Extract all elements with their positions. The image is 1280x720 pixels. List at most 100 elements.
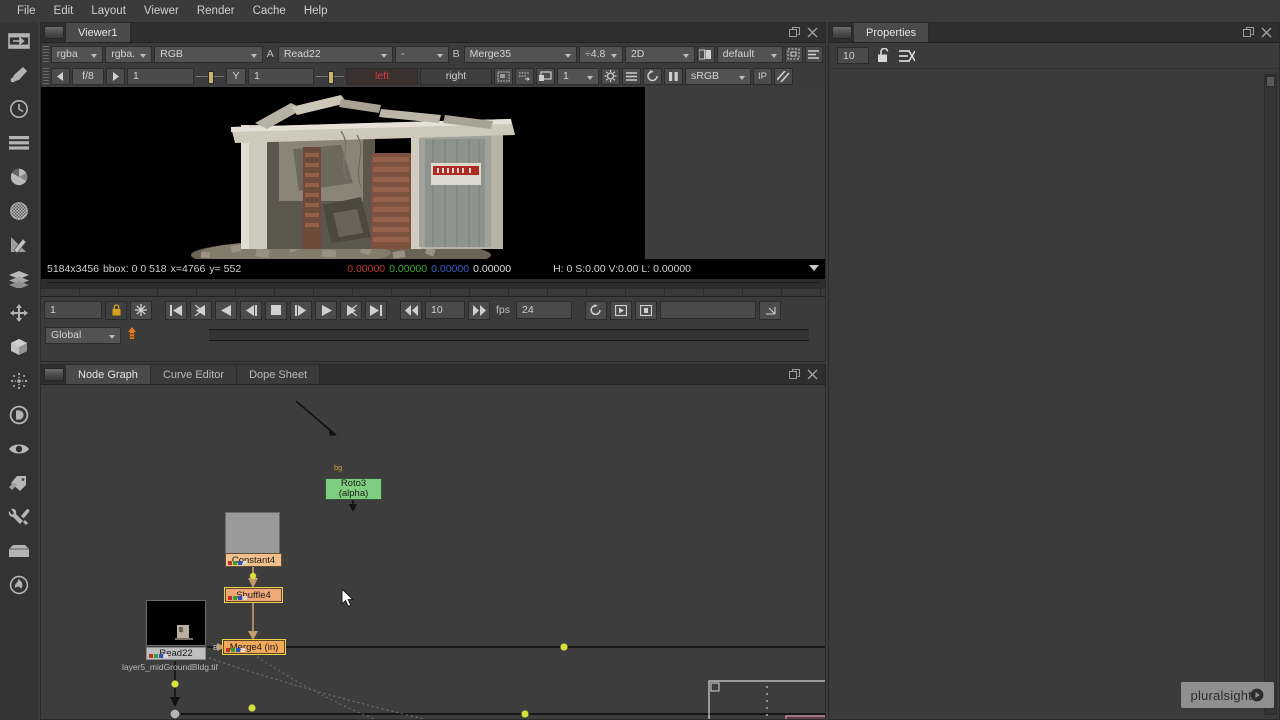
- node-graph-panel-grip[interactable]: [44, 368, 64, 381]
- refresh-icon[interactable]: [643, 67, 662, 85]
- skip-back-button[interactable]: [400, 300, 422, 320]
- view-left-button[interactable]: left: [346, 67, 418, 85]
- menu-item-edit[interactable]: Edit: [45, 3, 83, 19]
- frame-range-display[interactable]: [660, 301, 757, 319]
- proxy-toggle-icon[interactable]: [601, 67, 620, 85]
- draw-icon[interactable]: [6, 64, 32, 86]
- lut-presets-icon[interactable]: [696, 45, 715, 63]
- monitor-out-icon[interactable]: [536, 67, 555, 85]
- stop-button[interactable]: [265, 300, 287, 320]
- input-b-dropdown[interactable]: Merge35: [463, 45, 578, 63]
- menu-item-viewer[interactable]: Viewer: [135, 3, 188, 19]
- lock-panels-icon[interactable]: [877, 48, 891, 63]
- node-shuffle4[interactable]: Shuffle4: [224, 587, 283, 603]
- menu-item-cache[interactable]: Cache: [244, 3, 295, 19]
- viewer-process-dropdown[interactable]: default: [716, 45, 783, 63]
- viewer-panel-grip[interactable]: [44, 26, 64, 39]
- ip-button[interactable]: IP: [753, 67, 772, 85]
- color-icon[interactable]: [6, 166, 32, 188]
- tab-curve-editor[interactable]: Curve Editor: [150, 365, 238, 384]
- menu-item-layout[interactable]: Layout: [82, 3, 135, 19]
- close-panel-icon-2[interactable]: [807, 369, 818, 380]
- gain-increase-button[interactable]: [106, 67, 125, 85]
- fps-input[interactable]: 24: [516, 301, 573, 319]
- freeze-button[interactable]: [130, 300, 152, 320]
- key-button[interactable]: [635, 300, 658, 320]
- menu-item-help[interactable]: Help: [295, 3, 337, 19]
- gamma-slider[interactable]: [316, 69, 344, 84]
- keyer-icon[interactable]: [6, 234, 32, 256]
- region-icon[interactable]: [515, 67, 534, 85]
- views-icon[interactable]: [6, 438, 32, 460]
- image-icon[interactable]: [6, 30, 32, 52]
- pause-icon[interactable]: [664, 67, 683, 85]
- timeline-expand-button[interactable]: [759, 300, 782, 320]
- step-back-button[interactable]: [240, 300, 262, 320]
- display-channels-dropdown[interactable]: RGB: [154, 45, 263, 63]
- toolsets-icon[interactable]: [6, 506, 32, 528]
- particles-icon[interactable]: [6, 370, 32, 392]
- gain-stop-display[interactable]: f/8: [72, 67, 104, 85]
- play-forward-button[interactable]: [315, 300, 337, 320]
- lock-range-button[interactable]: [105, 300, 127, 320]
- step-forward-button[interactable]: [290, 300, 312, 320]
- current-frame-input[interactable]: 1: [44, 301, 102, 319]
- node-graph-canvas[interactable]: Roto3 (alpha) bg Constant4 Shuffle4 Read…: [41, 386, 825, 719]
- row-grip-2[interactable]: [43, 68, 49, 84]
- tab-viewer1[interactable]: Viewer1: [66, 23, 131, 42]
- gamma-input[interactable]: 1: [248, 67, 314, 85]
- layer-dropdown[interactable]: rgba.: [105, 45, 153, 63]
- timeline-ruler[interactable]: [41, 279, 825, 297]
- stripes-icon[interactable]: [774, 67, 793, 85]
- play-backward-button[interactable]: [215, 300, 237, 320]
- filter-icon[interactable]: [6, 200, 32, 222]
- close-panel-icon-3[interactable]: [1261, 27, 1272, 38]
- timeline-track[interactable]: [209, 329, 809, 341]
- view-right-button[interactable]: right: [420, 67, 492, 85]
- properties-scrollbar[interactable]: [1264, 74, 1277, 715]
- furnace-icon[interactable]: [6, 574, 32, 596]
- play-range-button[interactable]: [610, 300, 633, 320]
- viewer-image-area[interactable]: [41, 87, 645, 259]
- node-merge4[interactable]: Merge4 (in): [222, 639, 286, 655]
- menu-item-file[interactable]: File: [8, 3, 45, 19]
- other-icon[interactable]: [6, 540, 32, 562]
- time-icon[interactable]: [6, 98, 32, 120]
- wipe-icon[interactable]: [494, 67, 513, 85]
- channel-set-dropdown[interactable]: rgba: [50, 45, 104, 63]
- viewer-settings-icon[interactable]: [804, 45, 823, 63]
- node-roto3[interactable]: Roto3 (alpha): [325, 478, 382, 500]
- tab-dope-sheet[interactable]: Dope Sheet: [237, 365, 321, 384]
- frame-increment-input[interactable]: 10: [425, 301, 465, 319]
- status-expand-icon[interactable]: [809, 265, 819, 271]
- transform-icon[interactable]: [6, 302, 32, 324]
- node-constant4[interactable]: Constant4: [225, 553, 282, 567]
- scroll-up-button[interactable]: [1266, 76, 1275, 87]
- float-panel-icon-2[interactable]: [789, 369, 800, 380]
- playhead-marker-icon[interactable]: [125, 326, 139, 344]
- max-panels-input[interactable]: 10: [837, 47, 869, 64]
- row-grip[interactable]: [43, 46, 49, 62]
- menu-item-render[interactable]: Render: [188, 3, 244, 19]
- clear-all-panels-icon[interactable]: [899, 49, 915, 63]
- proxy-level-dropdown[interactable]: 1: [557, 67, 599, 85]
- tab-properties[interactable]: Properties: [854, 23, 930, 42]
- gamma-label[interactable]: Y: [226, 67, 246, 85]
- merge-icon[interactable]: [6, 268, 32, 290]
- operation-dropdown[interactable]: -: [395, 45, 449, 63]
- roi-icon[interactable]: [784, 45, 803, 63]
- gain-decrease-button[interactable]: [51, 67, 70, 85]
- first-frame-button[interactable]: [165, 300, 187, 320]
- channel-icon[interactable]: [6, 132, 32, 154]
- properties-panel-grip[interactable]: [832, 26, 852, 39]
- metadata-icon[interactable]: [6, 472, 32, 494]
- gain-slider[interactable]: [196, 69, 224, 84]
- close-panel-icon[interactable]: [807, 27, 818, 38]
- tab-node-graph[interactable]: Node Graph: [66, 365, 151, 384]
- view-mode-dropdown[interactable]: 2D: [624, 45, 695, 63]
- gain-input[interactable]: 1: [127, 67, 194, 85]
- previous-keyframe-button[interactable]: [190, 300, 212, 320]
- next-keyframe-button[interactable]: [340, 300, 362, 320]
- last-frame-button[interactable]: [365, 300, 387, 320]
- colorspace-dropdown[interactable]: sRGB: [685, 67, 751, 85]
